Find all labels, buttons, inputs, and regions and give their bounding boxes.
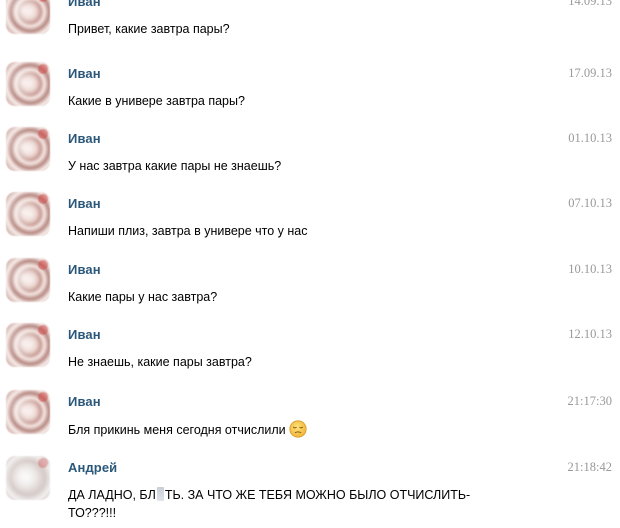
avatar[interactable] (6, 258, 50, 302)
avatar[interactable] (6, 127, 50, 171)
message-text: Привет, какие завтра пары? (68, 22, 230, 36)
message-item: Иван 07.10.13 Напиши плиз, завтра в унив… (0, 192, 620, 254)
message-date: 01.10.13 (568, 131, 612, 145)
message-item: Иван 01.10.13 У нас завтра какие пары не… (0, 127, 620, 189)
message-date: 21:17:30 (567, 394, 612, 408)
author-name[interactable]: Иван (68, 0, 101, 9)
message-date: 17.09.13 (568, 66, 612, 80)
message-item: Иван 10.10.13 Какие пары у нас завтра? (0, 258, 620, 320)
message-date: 10.10.13 (568, 262, 612, 276)
pensive-face-icon (289, 420, 307, 438)
censor-blur (156, 487, 164, 501)
message-item: Иван 14.09.13 Привет, какие завтра пары? (0, 0, 620, 52)
avatar[interactable] (6, 323, 50, 367)
message-date: 21:18:42 (567, 460, 612, 474)
message-item: Иван 21:17:30 Бля прикинь меня сегодня о… (0, 390, 620, 452)
author-name[interactable]: Иван (68, 262, 101, 277)
avatar[interactable] (6, 192, 50, 236)
message-text: Не знаешь, какие пары завтра? (68, 355, 252, 369)
message-text: ДА ЛАДНО, БЛ ТЬ. ЗА ЧТО ЖЕ ТЕБЯ МОЖНО БЫЛ… (68, 486, 538, 522)
message-item: Иван 12.10.13 Не знаешь, какие пары завт… (0, 323, 620, 385)
message-date: 12.10.13 (568, 327, 612, 341)
avatar[interactable] (6, 62, 50, 106)
message-text: Бля прикинь меня сегодня отчислили (68, 420, 307, 439)
message-text: У нас завтра какие пары не знаешь? (68, 159, 282, 173)
author-name[interactable]: Иван (68, 196, 101, 211)
message-text: Какие в универе завтра пары? (68, 94, 245, 108)
message-text-part: ТО???!!! (68, 506, 117, 520)
author-name[interactable]: Иван (68, 327, 101, 342)
avatar[interactable] (6, 390, 50, 434)
message-date: 07.10.13 (568, 196, 612, 210)
author-name[interactable]: Иван (68, 394, 101, 409)
message-date: 14.09.13 (568, 0, 612, 8)
message-thread: Иван 14.09.13 Привет, какие завтра пары?… (0, 0, 620, 528)
author-name[interactable]: Иван (68, 131, 101, 146)
message-item: Андрей 21:18:42 ДА ЛАДНО, БЛ ТЬ. ЗА ЧТО Ж… (0, 456, 620, 528)
message-text: Напиши плиз, завтра в универе что у нас (68, 224, 308, 238)
avatar[interactable] (6, 0, 50, 34)
message-text-part: ДА ЛАДНО, БЛ (68, 488, 156, 502)
message-text-content: Бля прикинь меня сегодня отчислили (68, 423, 286, 437)
message-item: Иван 17.09.13 Какие в универе завтра пар… (0, 62, 620, 124)
author-name[interactable]: Андрей (68, 460, 117, 475)
avatar[interactable] (6, 456, 50, 500)
message-text-part: ТЬ. ЗА ЧТО ЖЕ ТЕБЯ МОЖНО БЫЛО ОТЧИСЛИТЬ- (164, 488, 471, 502)
author-name[interactable]: Иван (68, 66, 101, 81)
message-text: Какие пары у нас завтра? (68, 290, 218, 304)
